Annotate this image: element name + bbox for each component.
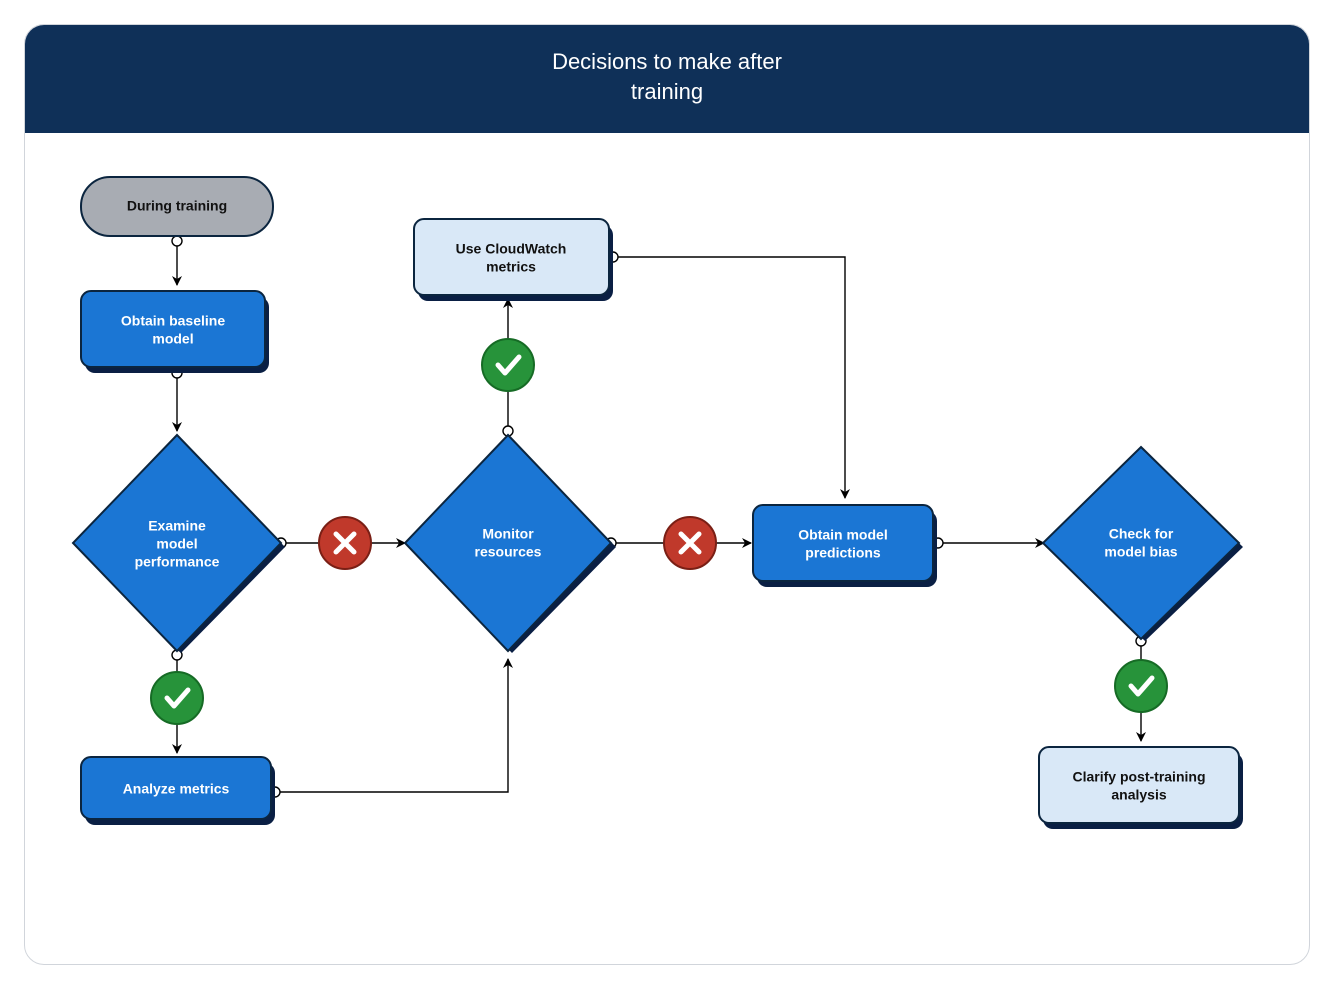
cross-icon (664, 517, 716, 569)
label-examine-l1: Examine (148, 518, 206, 534)
label-cloudwatch-l2: metrics (486, 259, 536, 275)
label-obtain-pred-l1: Obtain model (798, 527, 887, 543)
node-check-bias: Check for model bias (1043, 447, 1243, 641)
label-cloudwatch-l1: Use CloudWatch (456, 241, 567, 257)
node-during-training: During training (81, 177, 273, 236)
label-clarify-l2: analysis (1111, 787, 1166, 803)
label-clarify-l1: Clarify post-training (1072, 769, 1205, 785)
label-monitor-l1: Monitor (482, 526, 534, 542)
label-during-training: During training (127, 198, 227, 214)
diagram-canvas: During training Obtain baseline model Ex… (25, 133, 1309, 964)
label-obtain-baseline-l1: Obtain baseline (121, 313, 225, 329)
diagram-header: Decisions to make after training (25, 25, 1309, 133)
diagram-container: Decisions to make after training (24, 24, 1310, 965)
cross-icon (319, 517, 371, 569)
check-icon (482, 339, 534, 391)
node-obtain-predictions: Obtain model predictions (753, 505, 937, 587)
edges (172, 236, 1146, 797)
label-check-bias-l1: Check for (1109, 526, 1174, 542)
label-examine-l2: model (156, 536, 197, 552)
title-line-1: Decisions to make after (25, 47, 1309, 77)
node-obtain-baseline: Obtain baseline model (81, 291, 269, 373)
label-analyze-metrics: Analyze metrics (123, 781, 230, 797)
node-use-cloudwatch: Use CloudWatch metrics (414, 219, 613, 301)
node-clarify-analysis: Clarify post-training analysis (1039, 747, 1243, 829)
decision-badges (151, 339, 1167, 724)
node-monitor-resources: Monitor resources (405, 435, 616, 653)
label-obtain-baseline-l2: model (152, 331, 193, 347)
title-line-2: training (25, 77, 1309, 107)
label-obtain-pred-l2: predictions (805, 545, 881, 561)
flowchart-svg: During training Obtain baseline model Ex… (25, 133, 1309, 964)
check-icon (1115, 660, 1167, 712)
node-analyze-metrics: Analyze metrics (81, 757, 275, 825)
check-icon (151, 672, 203, 724)
label-monitor-l2: resources (475, 544, 542, 560)
label-examine-l3: performance (135, 554, 220, 570)
node-examine-performance: Examine model performance (73, 435, 285, 653)
label-check-bias-l2: model bias (1104, 544, 1177, 560)
